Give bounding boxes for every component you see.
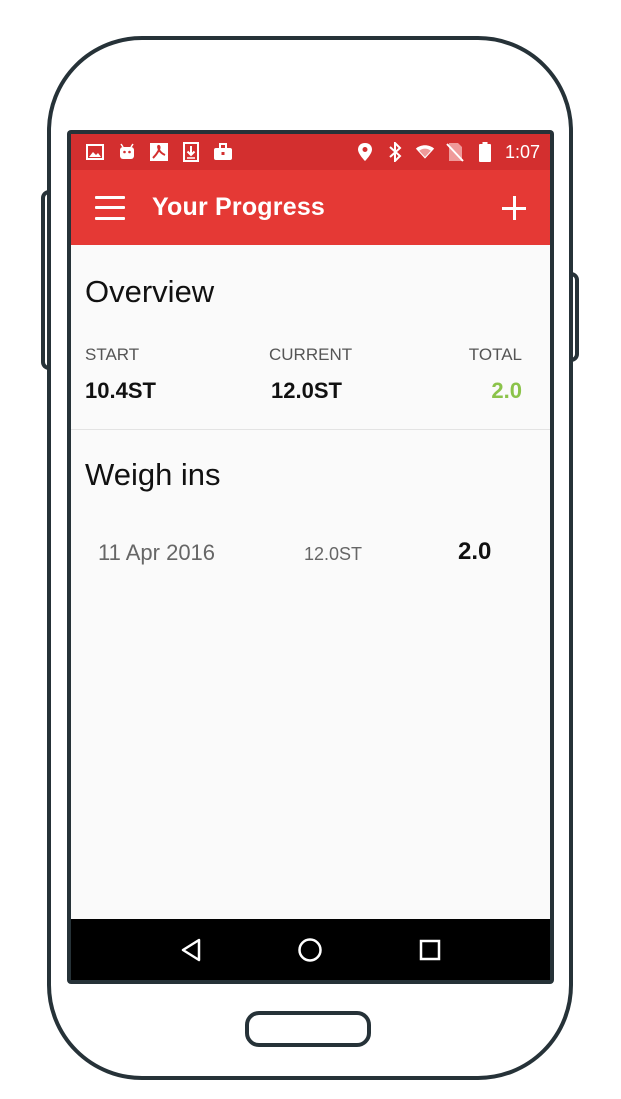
overview-heading: Overview	[85, 274, 215, 309]
battery-icon	[475, 142, 495, 162]
total-label: TOTAL	[468, 345, 522, 364]
phone-screen: 1:07 Your Progress Overview START CURREN…	[67, 130, 554, 984]
phone-home-key	[245, 1011, 371, 1047]
notification-icons	[85, 142, 233, 162]
status-time: 1:07	[504, 141, 540, 162]
briefcase-icon	[213, 142, 233, 162]
bluetooth-icon	[385, 142, 405, 162]
app-screen: 1:07 Your Progress Overview START CURREN…	[71, 134, 550, 980]
status-bar: 1:07	[71, 134, 550, 170]
recents-icon[interactable]	[410, 930, 450, 970]
weigh-in-weight: 12.0ST	[304, 544, 363, 564]
wifi-icon	[415, 142, 435, 162]
android-icon	[117, 142, 137, 162]
navigation-bar	[71, 919, 550, 980]
page-title: Your Progress	[152, 193, 326, 221]
no-sim-icon	[445, 142, 465, 162]
total-value: 2.0	[491, 378, 522, 403]
weigh-in-date: 11 Apr 2016	[98, 540, 216, 565]
weigh-ins-heading: Weigh ins	[85, 457, 221, 492]
back-icon[interactable]	[171, 930, 211, 970]
image-icon	[85, 142, 105, 162]
plus-icon[interactable]	[500, 194, 528, 222]
section-divider	[71, 429, 550, 430]
system-icons: 1:07	[355, 142, 540, 163]
pdf-icon	[149, 142, 169, 162]
current-label: CURRENT	[269, 345, 353, 364]
weigh-in-change: 2.0	[458, 538, 492, 565]
hamburger-menu-icon[interactable]	[95, 195, 125, 220]
current-value: 12.0ST	[271, 378, 342, 403]
home-icon[interactable]	[290, 930, 330, 970]
start-value: 10.4ST	[85, 378, 156, 403]
start-label: START	[85, 345, 140, 364]
download-icon	[181, 142, 201, 162]
app-bar: Your Progress	[71, 170, 550, 245]
location-icon	[355, 142, 375, 162]
